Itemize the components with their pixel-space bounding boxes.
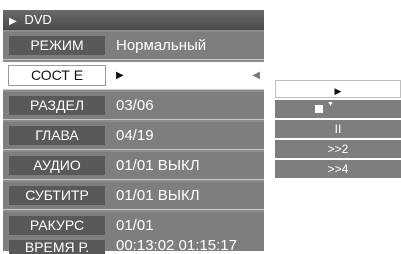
menu-row-title[interactable]: РАЗДЕЛ 03/06 [3,92,264,120]
option-fast-forward-4x[interactable]: >>4 [275,160,401,178]
mode-label: РЕЖИМ [9,36,105,55]
playback-state-options: ▶ ▼ II >>2 >>4 [275,80,401,180]
time-label: ВРЕМЯ Р. [9,240,105,254]
state-label: СОСТ Е [8,65,106,86]
subtitle-value: 01/01 ВЫКЛ [116,187,200,204]
angle-label: РАКУРС [9,216,105,235]
time-value: 00:13:02 01:15:17 [116,237,237,254]
menu-row-audio[interactable]: АУДИО 01/01 ВЫКЛ [3,152,264,180]
audio-label: АУДИО [9,156,105,175]
menu-row-time[interactable]: ВРЕМЯ Р. 00:13:02 01:15:17 [3,237,264,254]
dvd-osd-menu: ▶ DVD РЕЖИМ Нормальный СОСТ Е ▶ ◀ РАЗДЕЛ… [3,10,264,254]
chapter-label: ГЛАВА [9,126,105,145]
pause-icon: II [334,122,342,136]
option-stop[interactable]: ▼ [275,100,401,118]
header-title: DVD [24,12,52,27]
title-value: 03/06 [116,97,154,114]
menu-row-state[interactable]: СОСТ Е ▶ ◀ [3,62,264,90]
option-pause[interactable]: II [275,120,401,138]
play-icon: ▶ [9,16,17,27]
angle-value: 01/01 [116,217,154,234]
ff4-label: >>4 [327,162,349,176]
title-label: РАЗДЕЛ [9,96,105,115]
play-icon: ▶ [334,86,342,96]
ff2-label: >>2 [327,142,349,156]
arrow-left-icon: ◀ [252,70,260,81]
menu-row-angle[interactable]: РАКУРС 01/01 [3,212,264,240]
option-fast-forward-2x[interactable]: >>2 [275,140,401,158]
option-play[interactable]: ▶ [275,80,401,98]
chevron-down-icon: ▼ [327,101,334,108]
osd-header: ▶ DVD [3,10,264,30]
menu-row-mode[interactable]: РЕЖИМ Нормальный [3,32,264,60]
mode-value: Нормальный [116,37,207,54]
audio-value: 01/01 ВЫКЛ [116,157,200,174]
subtitle-label: СУБТИТР [9,186,105,205]
stop-icon [315,105,323,113]
menu-row-chapter[interactable]: ГЛАВА 04/19 [3,122,264,150]
chapter-value: 04/19 [116,127,154,144]
play-icon: ▶ [116,70,124,81]
menu-row-subtitle[interactable]: СУБТИТР 01/01 ВЫКЛ [3,182,264,210]
